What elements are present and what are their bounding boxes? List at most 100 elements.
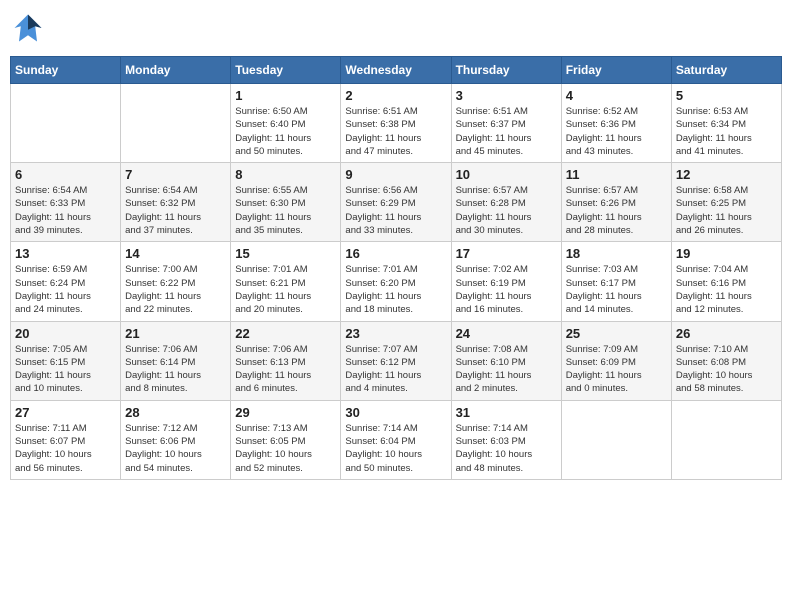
calendar-cell <box>561 400 671 479</box>
logo <box>10 10 48 46</box>
day-info: Sunrise: 7:08 AM Sunset: 6:10 PM Dayligh… <box>456 343 557 396</box>
day-number: 6 <box>15 167 116 182</box>
day-info: Sunrise: 7:00 AM Sunset: 6:22 PM Dayligh… <box>125 263 226 316</box>
day-info: Sunrise: 7:06 AM Sunset: 6:13 PM Dayligh… <box>235 343 336 396</box>
weekday-header-wednesday: Wednesday <box>341 57 451 84</box>
day-info: Sunrise: 6:56 AM Sunset: 6:29 PM Dayligh… <box>345 184 446 237</box>
weekday-header-tuesday: Tuesday <box>231 57 341 84</box>
day-info: Sunrise: 7:02 AM Sunset: 6:19 PM Dayligh… <box>456 263 557 316</box>
day-number: 24 <box>456 326 557 341</box>
day-info: Sunrise: 6:50 AM Sunset: 6:40 PM Dayligh… <box>235 105 336 158</box>
weekday-header-sunday: Sunday <box>11 57 121 84</box>
calendar-cell: 7 Sunrise: 6:54 AM Sunset: 6:32 PM Daylig… <box>121 163 231 242</box>
day-number: 11 <box>566 167 667 182</box>
day-number: 29 <box>235 405 336 420</box>
calendar-cell <box>121 84 231 163</box>
calendar-cell <box>11 84 121 163</box>
day-info: Sunrise: 6:57 AM Sunset: 6:28 PM Dayligh… <box>456 184 557 237</box>
calendar-cell: 4Sunrise: 6:52 AM Sunset: 6:36 PM Daylig… <box>561 84 671 163</box>
week-row-3: 13 Sunrise: 6:59 AM Sunset: 6:24 PM Dayli… <box>11 242 782 321</box>
day-info: Sunrise: 6:58 AM Sunset: 6:25 PM Dayligh… <box>676 184 777 237</box>
day-number: 8 <box>235 167 336 182</box>
calendar-body: 1Sunrise: 6:50 AM Sunset: 6:40 PM Daylig… <box>11 84 782 480</box>
calendar-cell: 11 Sunrise: 6:57 AM Sunset: 6:26 PM Dayli… <box>561 163 671 242</box>
calendar-cell: 24 Sunrise: 7:08 AM Sunset: 6:10 PM Dayli… <box>451 321 561 400</box>
day-number: 4 <box>566 88 667 103</box>
weekday-header-thursday: Thursday <box>451 57 561 84</box>
calendar-cell: 10 Sunrise: 6:57 AM Sunset: 6:28 PM Dayli… <box>451 163 561 242</box>
day-number: 25 <box>566 326 667 341</box>
calendar-cell: 30 Sunrise: 7:14 AM Sunset: 6:04 PM Dayli… <box>341 400 451 479</box>
day-number: 21 <box>125 326 226 341</box>
day-number: 30 <box>345 405 446 420</box>
day-number: 16 <box>345 246 446 261</box>
calendar-cell: 8 Sunrise: 6:55 AM Sunset: 6:30 PM Daylig… <box>231 163 341 242</box>
calendar-cell: 19 Sunrise: 7:04 AM Sunset: 6:16 PM Dayli… <box>671 242 781 321</box>
calendar-cell: 29 Sunrise: 7:13 AM Sunset: 6:05 PM Dayli… <box>231 400 341 479</box>
day-info: Sunrise: 7:13 AM Sunset: 6:05 PM Dayligh… <box>235 422 336 475</box>
day-info: Sunrise: 6:57 AM Sunset: 6:26 PM Dayligh… <box>566 184 667 237</box>
day-info: Sunrise: 7:01 AM Sunset: 6:21 PM Dayligh… <box>235 263 336 316</box>
calendar-cell: 13 Sunrise: 6:59 AM Sunset: 6:24 PM Dayli… <box>11 242 121 321</box>
day-info: Sunrise: 6:54 AM Sunset: 6:33 PM Dayligh… <box>15 184 116 237</box>
calendar-cell <box>671 400 781 479</box>
day-info: Sunrise: 7:07 AM Sunset: 6:12 PM Dayligh… <box>345 343 446 396</box>
day-number: 3 <box>456 88 557 103</box>
day-number: 17 <box>456 246 557 261</box>
day-info: Sunrise: 7:03 AM Sunset: 6:17 PM Dayligh… <box>566 263 667 316</box>
day-number: 9 <box>345 167 446 182</box>
calendar-cell: 15Sunrise: 7:01 AM Sunset: 6:21 PM Dayli… <box>231 242 341 321</box>
calendar-cell: 25 Sunrise: 7:09 AM Sunset: 6:09 PM Dayli… <box>561 321 671 400</box>
day-info: Sunrise: 6:59 AM Sunset: 6:24 PM Dayligh… <box>15 263 116 316</box>
calendar-cell: 23 Sunrise: 7:07 AM Sunset: 6:12 PM Dayli… <box>341 321 451 400</box>
week-row-5: 27 Sunrise: 7:11 AM Sunset: 6:07 PM Dayli… <box>11 400 782 479</box>
week-row-4: 20 Sunrise: 7:05 AM Sunset: 6:15 PM Dayli… <box>11 321 782 400</box>
day-number: 31 <box>456 405 557 420</box>
logo-icon <box>10 10 46 46</box>
calendar-cell: 5 Sunrise: 6:53 AM Sunset: 6:34 PM Daylig… <box>671 84 781 163</box>
day-number: 2 <box>345 88 446 103</box>
day-number: 20 <box>15 326 116 341</box>
calendar-cell: 27 Sunrise: 7:11 AM Sunset: 6:07 PM Dayli… <box>11 400 121 479</box>
day-number: 13 <box>15 246 116 261</box>
day-number: 7 <box>125 167 226 182</box>
day-number: 10 <box>456 167 557 182</box>
calendar-table: SundayMondayTuesdayWednesdayThursdayFrid… <box>10 56 782 480</box>
day-info: Sunrise: 7:14 AM Sunset: 6:03 PM Dayligh… <box>456 422 557 475</box>
day-info: Sunrise: 7:09 AM Sunset: 6:09 PM Dayligh… <box>566 343 667 396</box>
day-info: Sunrise: 7:01 AM Sunset: 6:20 PM Dayligh… <box>345 263 446 316</box>
day-info: Sunrise: 7:05 AM Sunset: 6:15 PM Dayligh… <box>15 343 116 396</box>
calendar-cell: 16 Sunrise: 7:01 AM Sunset: 6:20 PM Dayli… <box>341 242 451 321</box>
day-number: 5 <box>676 88 777 103</box>
calendar-cell: 9 Sunrise: 6:56 AM Sunset: 6:29 PM Daylig… <box>341 163 451 242</box>
week-row-2: 6 Sunrise: 6:54 AM Sunset: 6:33 PM Daylig… <box>11 163 782 242</box>
day-number: 12 <box>676 167 777 182</box>
calendar-cell: 20 Sunrise: 7:05 AM Sunset: 6:15 PM Dayli… <box>11 321 121 400</box>
calendar-cell: 6 Sunrise: 6:54 AM Sunset: 6:33 PM Daylig… <box>11 163 121 242</box>
day-number: 19 <box>676 246 777 261</box>
calendar-cell: 22 Sunrise: 7:06 AM Sunset: 6:13 PM Dayli… <box>231 321 341 400</box>
day-number: 22 <box>235 326 336 341</box>
day-info: Sunrise: 6:53 AM Sunset: 6:34 PM Dayligh… <box>676 105 777 158</box>
day-number: 23 <box>345 326 446 341</box>
calendar-cell: 12 Sunrise: 6:58 AM Sunset: 6:25 PM Dayli… <box>671 163 781 242</box>
day-info: Sunrise: 6:51 AM Sunset: 6:37 PM Dayligh… <box>456 105 557 158</box>
calendar-header: SundayMondayTuesdayWednesdayThursdayFrid… <box>11 57 782 84</box>
day-number: 26 <box>676 326 777 341</box>
day-number: 27 <box>15 405 116 420</box>
page-header <box>10 10 782 46</box>
calendar-cell: 21 Sunrise: 7:06 AM Sunset: 6:14 PM Dayli… <box>121 321 231 400</box>
day-info: Sunrise: 7:11 AM Sunset: 6:07 PM Dayligh… <box>15 422 116 475</box>
day-info: Sunrise: 7:14 AM Sunset: 6:04 PM Dayligh… <box>345 422 446 475</box>
day-info: Sunrise: 7:06 AM Sunset: 6:14 PM Dayligh… <box>125 343 226 396</box>
day-info: Sunrise: 7:12 AM Sunset: 6:06 PM Dayligh… <box>125 422 226 475</box>
day-number: 14 <box>125 246 226 261</box>
calendar-cell: 31 Sunrise: 7:14 AM Sunset: 6:03 PM Dayli… <box>451 400 561 479</box>
day-info: Sunrise: 6:54 AM Sunset: 6:32 PM Dayligh… <box>125 184 226 237</box>
day-info: Sunrise: 6:55 AM Sunset: 6:30 PM Dayligh… <box>235 184 336 237</box>
calendar-cell: 18Sunrise: 7:03 AM Sunset: 6:17 PM Dayli… <box>561 242 671 321</box>
day-info: Sunrise: 7:04 AM Sunset: 6:16 PM Dayligh… <box>676 263 777 316</box>
week-row-1: 1Sunrise: 6:50 AM Sunset: 6:40 PM Daylig… <box>11 84 782 163</box>
calendar-cell: 2 Sunrise: 6:51 AM Sunset: 6:38 PM Daylig… <box>341 84 451 163</box>
day-info: Sunrise: 6:51 AM Sunset: 6:38 PM Dayligh… <box>345 105 446 158</box>
